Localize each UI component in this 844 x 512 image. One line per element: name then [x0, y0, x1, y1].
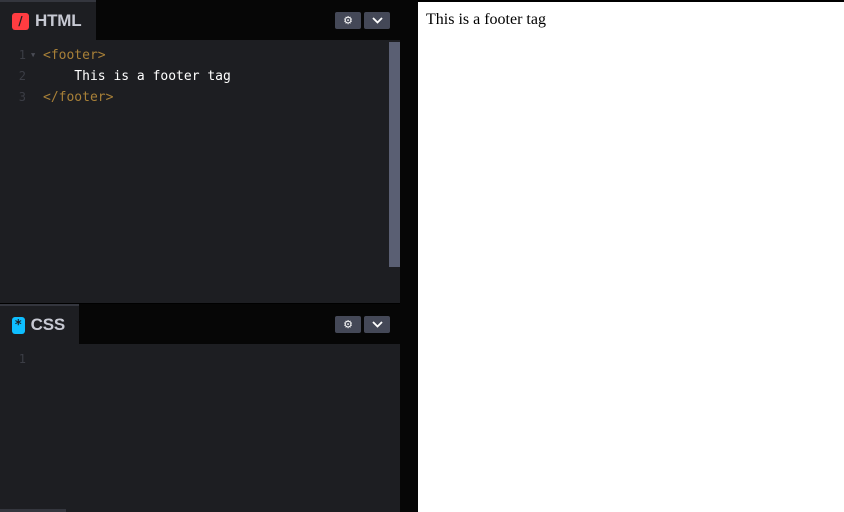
- code-line: 1 ▼ <footer>: [0, 45, 388, 66]
- line-number: 1: [18, 48, 26, 62]
- html-icon: /: [12, 12, 29, 30]
- line-number: 2: [18, 69, 26, 83]
- css-editor-panel: * CSS ⚙ 1: [0, 303, 400, 512]
- code-text: This is a footer tag: [43, 69, 231, 84]
- line-number: 3: [18, 90, 26, 104]
- html-code-editor[interactable]: 1 ▼ <footer> 2 This is a footer tag 3 </…: [0, 41, 388, 303]
- gear-icon: ⚙: [343, 14, 353, 27]
- code-line: 3 </footer>: [0, 87, 388, 108]
- editor-column: / HTML ⚙ 1 ▼ <footer> 2 This is a footer…: [0, 0, 400, 512]
- html-scrollbar[interactable]: [389, 42, 400, 267]
- tab-css[interactable]: * CSS: [0, 304, 79, 344]
- chevron-down-icon: [371, 321, 383, 328]
- gear-icon: ⚙: [343, 318, 353, 331]
- html-collapse-button[interactable]: [364, 12, 390, 29]
- preview-footer-text: This is a footer tag: [426, 11, 546, 28]
- html-tab-label: HTML: [35, 11, 82, 30]
- line-number: 1: [18, 352, 26, 366]
- css-code-editor[interactable]: 1: [0, 345, 388, 512]
- html-settings-button[interactable]: ⚙: [335, 12, 361, 29]
- code-line: 2 This is a footer tag: [0, 66, 388, 87]
- fold-arrow-icon[interactable]: ▼: [31, 45, 35, 66]
- code-text: <footer>: [43, 48, 106, 63]
- css-tab-label: CSS: [30, 315, 66, 334]
- code-text: </footer>: [43, 90, 114, 105]
- css-collapse-button[interactable]: [364, 316, 390, 333]
- chevron-down-icon: [371, 17, 383, 24]
- code-line: 1: [0, 349, 388, 370]
- html-editor-panel: / HTML ⚙ 1 ▼ <footer> 2 This is a footer…: [0, 0, 400, 303]
- tab-html[interactable]: / HTML: [0, 0, 96, 40]
- vertical-resizer[interactable]: [400, 0, 418, 512]
- css-settings-button[interactable]: ⚙: [335, 316, 361, 333]
- result-preview: This is a footer tag: [418, 0, 844, 512]
- css-panel-header: * CSS ⚙: [0, 304, 400, 344]
- html-panel-header: / HTML ⚙: [0, 0, 400, 40]
- css-icon: *: [12, 316, 25, 334]
